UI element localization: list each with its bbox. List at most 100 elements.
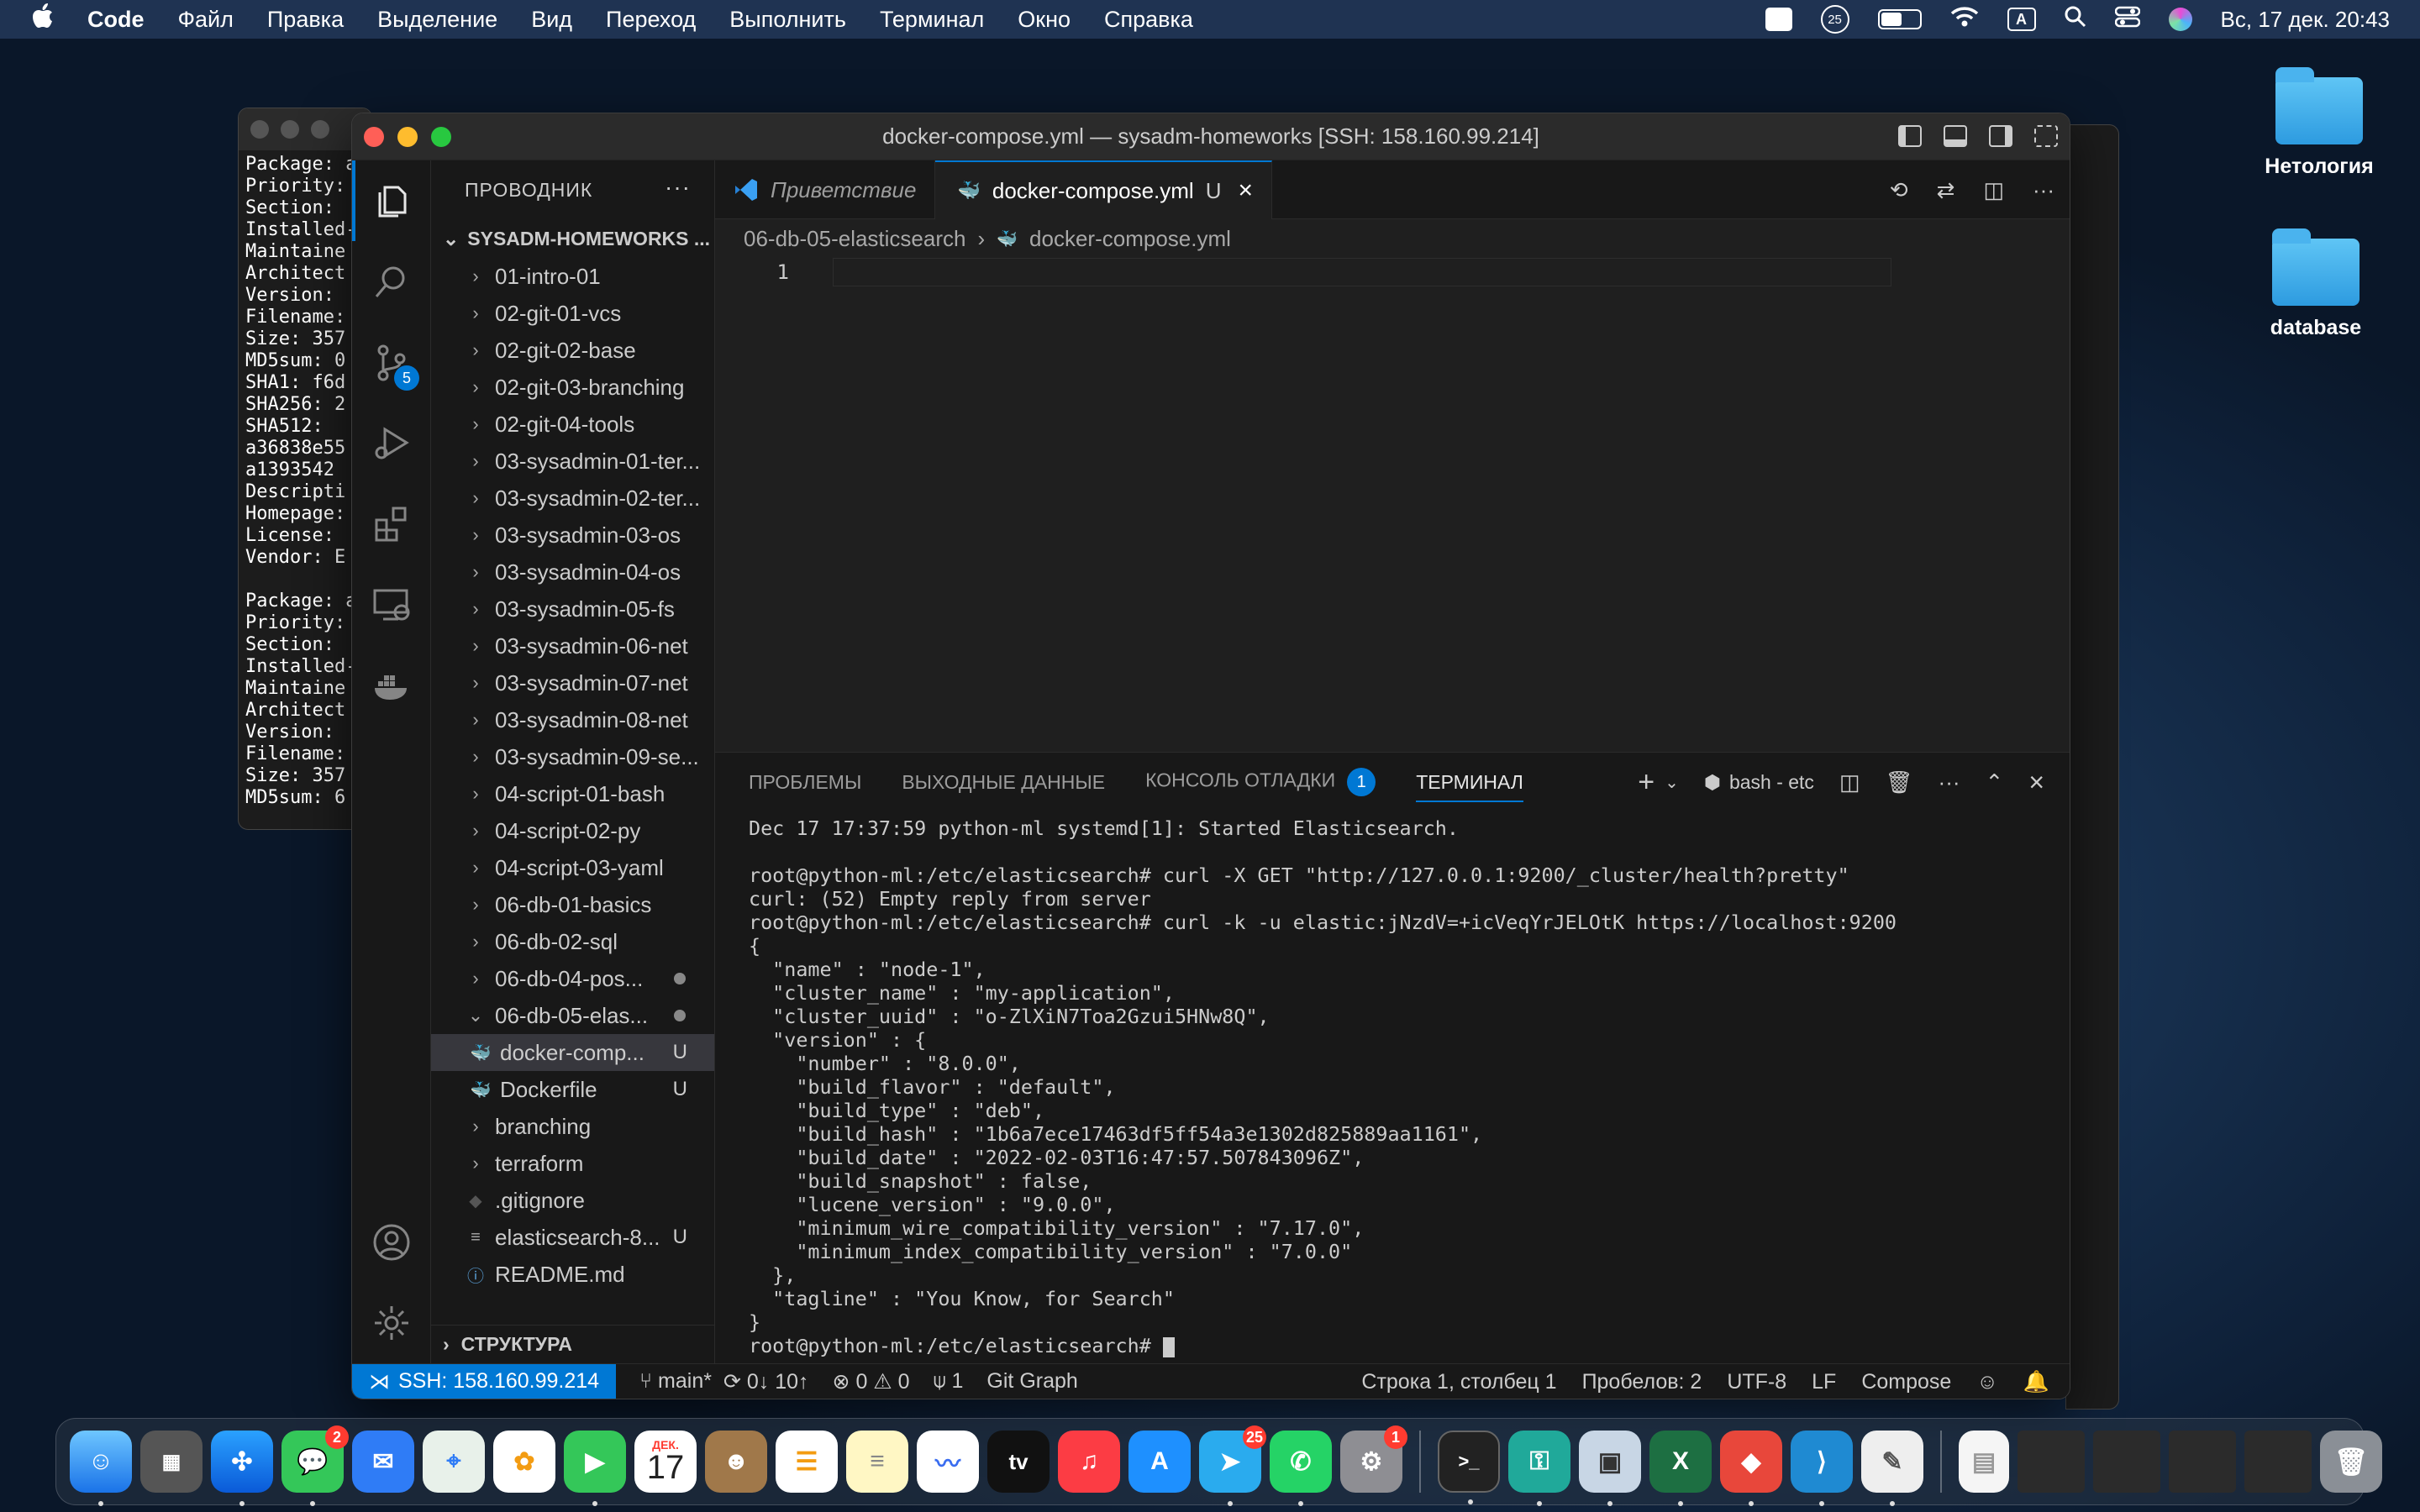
explorer-folder[interactable]: › 03-sysadmin-07-net xyxy=(431,664,714,701)
explorer-folder[interactable]: › 06-db-01-basics xyxy=(431,886,714,923)
minimized-window-thumbnail[interactable] xyxy=(2244,1431,2312,1493)
accounts-icon[interactable] xyxy=(352,1202,431,1283)
explorer-folder[interactable]: › 03-sysadmin-03-os xyxy=(431,517,714,554)
battery-icon[interactable] xyxy=(1877,9,1922,29)
whatsapp-icon[interactable]: ✆ xyxy=(1270,1431,1332,1506)
anydesk-icon[interactable]: ◆ xyxy=(1720,1431,1782,1506)
desktop-folder-netologiya[interactable]: Нетология xyxy=(2260,67,2378,179)
split-terminal-icon[interactable]: ◫ xyxy=(1839,769,1860,795)
menu-edit[interactable]: Правка xyxy=(267,7,344,33)
explorer-folder[interactable]: › 03-sysadmin-08-net xyxy=(431,701,714,738)
trash-icon[interactable]: 🗑 xyxy=(2320,1431,2382,1493)
git-graph-button[interactable]: Git Graph xyxy=(986,1369,1077,1394)
menu-window[interactable]: Окно xyxy=(1018,7,1071,33)
notes-icon[interactable]: ≡ xyxy=(846,1431,908,1493)
explorer-folder[interactable]: › 02-git-01-vcs xyxy=(431,295,714,332)
workspace-root-folder[interactable]: ⌄ SYSADM-HOMEWORKS ... xyxy=(431,219,714,258)
menu-selection[interactable]: Выделение xyxy=(377,7,497,33)
minimized-window-thumbnail[interactable] xyxy=(2018,1431,2085,1493)
tab-welcome[interactable]: Приветствие xyxy=(715,160,936,219)
menubar-clock[interactable]: Вс, 17 дек. 20:43 xyxy=(2221,7,2390,33)
explorer-more-actions-icon[interactable]: ··· xyxy=(665,174,691,201)
explorer-folder[interactable]: › 03-sysadmin-01-ter... xyxy=(431,443,714,480)
document-stack-icon[interactable]: ▤ xyxy=(1959,1431,2009,1493)
vscode-dock-icon[interactable]: ⟩ xyxy=(1791,1431,1853,1506)
menu-go[interactable]: Переход xyxy=(606,7,696,33)
explorer-folder[interactable]: › 03-sysadmin-09-se... xyxy=(431,738,714,775)
breadcrumb-file[interactable]: docker-compose.yml xyxy=(1029,226,1231,252)
outline-section[interactable]: › СТРУКТУРА xyxy=(431,1325,714,1363)
tab-debug-console[interactable]: КОНСОЛЬ ОТЛАДКИ 1 xyxy=(1145,768,1376,796)
toggle-secondary-sidebar-icon[interactable] xyxy=(1989,125,2012,147)
explorer-folder[interactable]: › 01-intro-01 xyxy=(431,258,714,295)
split-editor-icon[interactable]: ◫ xyxy=(1983,177,2004,203)
explorer-folder[interactable]: › 03-sysadmin-02-ter... xyxy=(431,480,714,517)
tab-problems[interactable]: ПРОБЛЕМЫ xyxy=(749,771,861,794)
problems-status[interactable]: ⊗ 0 ⚠ 0 xyxy=(833,1369,910,1394)
maps-icon[interactable]: ⌖ xyxy=(423,1431,485,1493)
encoding[interactable]: UTF-8 xyxy=(1727,1370,1786,1394)
explorer-folder[interactable]: › 02-git-03-branching xyxy=(431,369,714,406)
toggle-primary-sidebar-icon[interactable] xyxy=(1898,125,1922,147)
minimize-window-button[interactable] xyxy=(397,127,418,147)
background-window-edge[interactable] xyxy=(2065,124,2119,1410)
menu-terminal[interactable]: Терминал xyxy=(880,7,984,33)
toggle-panel-icon[interactable] xyxy=(1944,125,1967,147)
close-tab-icon[interactable]: × xyxy=(1239,176,1254,205)
excel-icon[interactable]: X xyxy=(1649,1431,1712,1506)
breadcrumb-folder[interactable]: 06-db-05-elasticsearch xyxy=(744,226,965,252)
panel-more-actions-icon[interactable]: ··· xyxy=(1939,769,1960,795)
docker-icon[interactable] xyxy=(352,644,431,725)
explorer-folder[interactable]: › terraform xyxy=(431,1145,714,1182)
explorer-folder[interactable]: › 04-script-03-yaml xyxy=(431,849,714,886)
notifications-bell-icon[interactable]: 🔔 xyxy=(2023,1370,2049,1394)
manage-gear-icon[interactable] xyxy=(352,1283,431,1363)
freeform-icon[interactable]: 〰 xyxy=(917,1431,979,1493)
calendar-icon[interactable]: ДЕК. 17 xyxy=(634,1431,697,1493)
explorer-file[interactable]: 🐳 docker-comp... U xyxy=(431,1034,714,1071)
explorer-folder[interactable]: › 06-db-04-pos... xyxy=(431,960,714,997)
menu-view[interactable]: Вид xyxy=(531,7,572,33)
preview-app-icon[interactable]: ▣ xyxy=(1579,1431,1641,1506)
kill-terminal-icon[interactable]: 🗑 xyxy=(1886,769,1913,795)
explorer-folder[interactable]: › 06-db-02-sql xyxy=(431,923,714,960)
tab-docker-compose[interactable]: 🐳 docker-compose.yml U × xyxy=(935,160,1273,219)
minimized-window-thumbnail[interactable] xyxy=(2169,1431,2236,1493)
explorer-icon[interactable] xyxy=(352,160,431,241)
maximize-window-button[interactable] xyxy=(431,127,451,147)
facetime-icon[interactable]: ▶ xyxy=(564,1431,626,1506)
new-terminal-icon[interactable]: + xyxy=(1638,766,1655,799)
search-icon[interactable] xyxy=(352,241,431,322)
siri-icon[interactable] xyxy=(2168,8,2192,31)
apple-tv-icon[interactable]: tv xyxy=(987,1431,1050,1493)
explorer-file[interactable]: 🐳 Dockerfile U xyxy=(431,1071,714,1108)
explorer-folder[interactable]: › 03-sysadmin-04-os xyxy=(431,554,714,591)
current-line-highlight[interactable] xyxy=(833,258,1891,286)
explorer-folder[interactable]: ⌄ 06-db-05-elas... xyxy=(431,997,714,1034)
textedit-icon[interactable]: ✎ xyxy=(1861,1431,1923,1506)
open-changes-icon[interactable]: ⇄ xyxy=(1937,177,1955,203)
timeline-icon[interactable]: ⟲ xyxy=(1890,177,1908,203)
menu-help[interactable]: Справка xyxy=(1104,7,1193,33)
system-settings-icon[interactable]: ⚙ 1 xyxy=(1340,1425,1407,1493)
feedback-icon[interactable]: ☺ xyxy=(1976,1370,1998,1394)
cursor-position[interactable]: Строка 1, столбец 1 xyxy=(1361,1370,1556,1394)
minimized-window-thumbnail[interactable] xyxy=(2093,1431,2160,1493)
vpn-icon[interactable] xyxy=(1765,8,1792,31)
spotlight-search-icon[interactable] xyxy=(2065,6,2086,34)
input-source-icon[interactable]: A xyxy=(2007,8,2036,31)
language-mode[interactable]: Compose xyxy=(1861,1370,1951,1394)
menu-run[interactable]: Выполнить xyxy=(729,7,846,33)
explorer-folder[interactable]: › branching xyxy=(431,1108,714,1145)
reminders-icon[interactable]: ☰ xyxy=(776,1431,838,1493)
extensions-icon[interactable] xyxy=(352,483,431,564)
desktop-folder-database[interactable]: database xyxy=(2257,228,2375,340)
terminal-output[interactable]: Dec 17 17:37:59 python-ml systemd[1]: St… xyxy=(715,811,2070,1357)
git-branch[interactable]: ⑂ main* xyxy=(639,1369,712,1394)
end-of-line[interactable]: LF xyxy=(1812,1370,1836,1394)
apple-menu-icon[interactable] xyxy=(32,3,54,35)
explorer-file[interactable]: ⓘ README.md xyxy=(431,1256,714,1293)
mail-icon[interactable]: ✉ xyxy=(352,1431,414,1493)
explorer-folder[interactable]: › 03-sysadmin-05-fs xyxy=(431,591,714,627)
control-center-icon[interactable] xyxy=(2114,6,2140,34)
